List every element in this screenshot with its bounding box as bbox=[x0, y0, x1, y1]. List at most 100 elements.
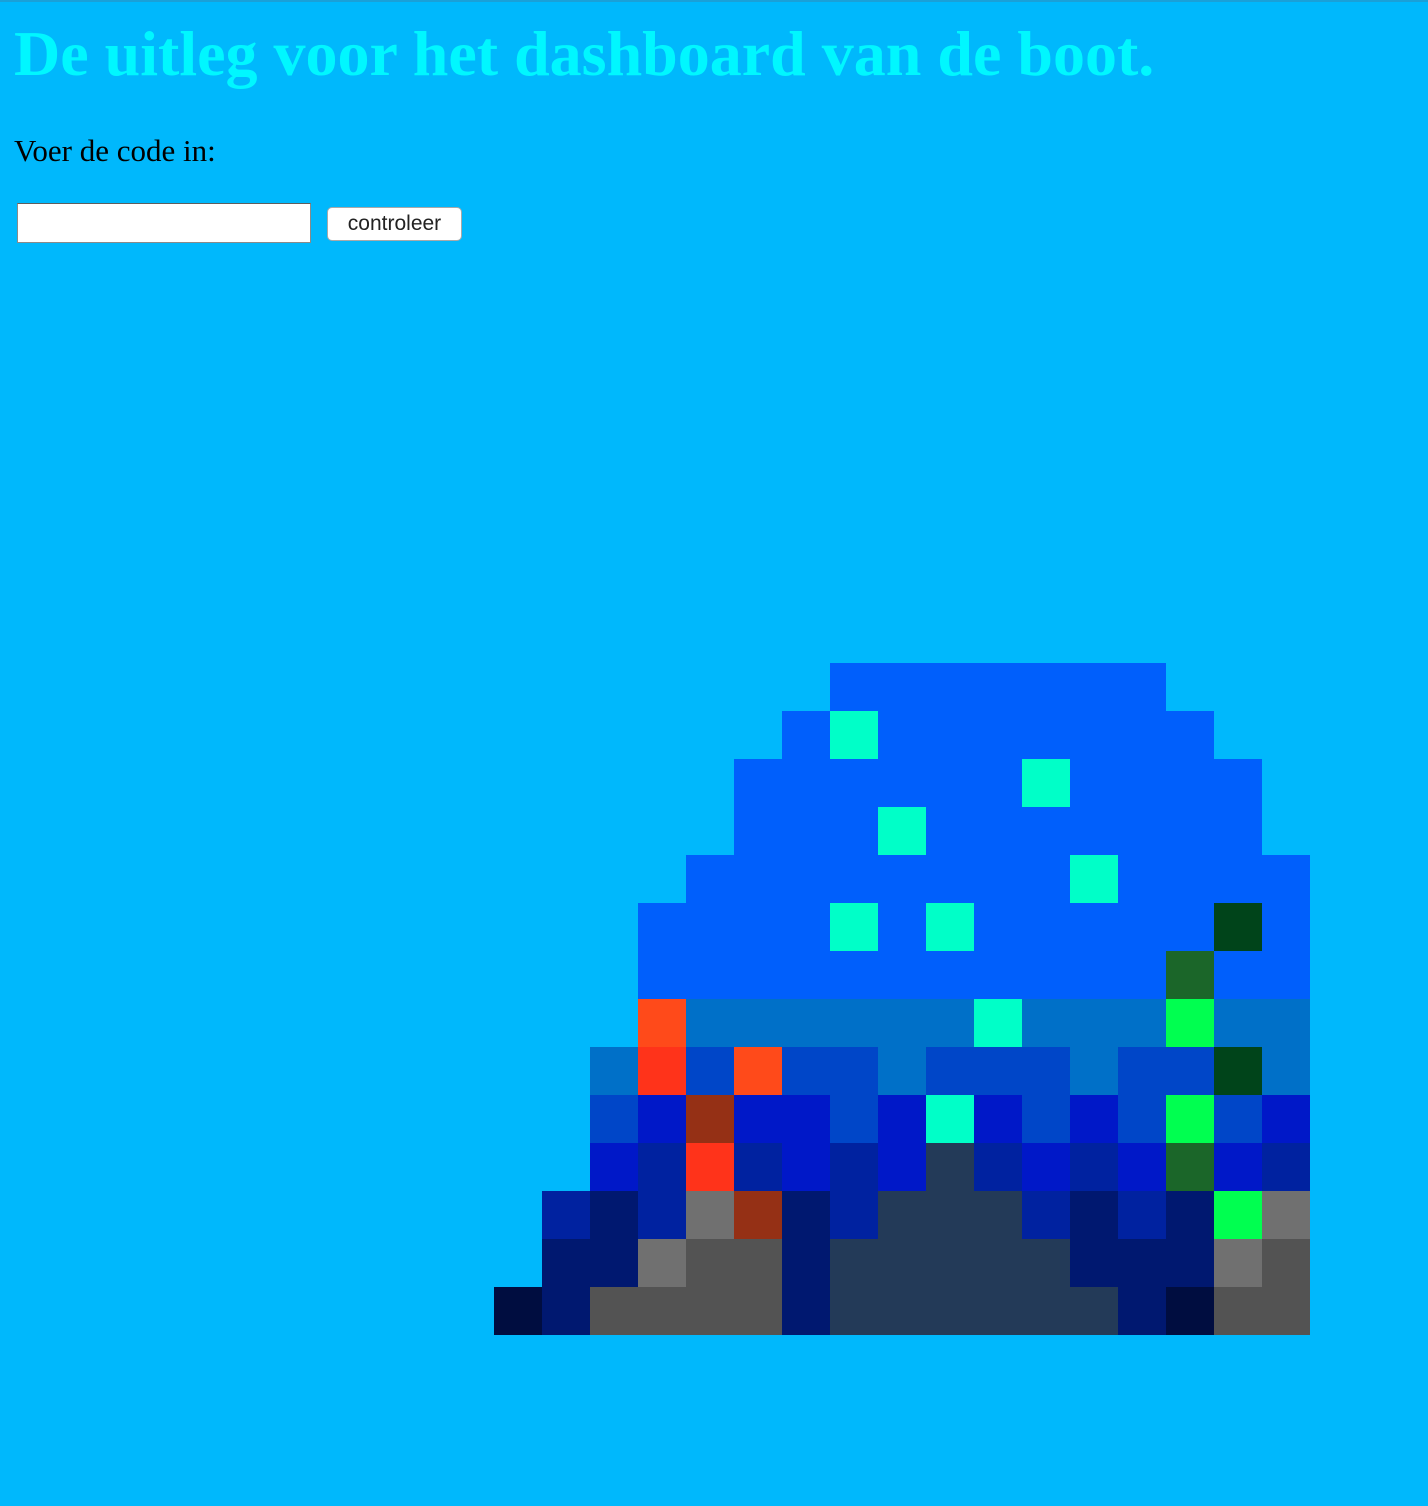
pixel-cell bbox=[1262, 1239, 1310, 1287]
pixel-cell bbox=[734, 1047, 782, 1095]
pixel-cell bbox=[590, 1239, 638, 1287]
pixel-cell bbox=[830, 711, 878, 759]
pixel-cell bbox=[926, 711, 974, 759]
pixel-cell bbox=[638, 1047, 686, 1095]
pixel-cell bbox=[1214, 1047, 1262, 1095]
pixel-cell bbox=[830, 759, 878, 807]
pixel-cell bbox=[1118, 1239, 1166, 1287]
pixel-cell bbox=[1118, 711, 1166, 759]
pixel-cell bbox=[878, 711, 926, 759]
pixel-cell bbox=[1022, 855, 1070, 903]
pixel-cell bbox=[1022, 1239, 1070, 1287]
pixel-cell bbox=[1070, 1287, 1118, 1335]
pixel-cell bbox=[878, 903, 926, 951]
pixel-cell bbox=[1118, 807, 1166, 855]
pixel-cell bbox=[1022, 663, 1070, 711]
pixel-cell bbox=[1118, 903, 1166, 951]
pixel-cell bbox=[830, 1095, 878, 1143]
pixel-cell bbox=[974, 711, 1022, 759]
code-input[interactable] bbox=[17, 203, 311, 243]
pixel-cell bbox=[1118, 1143, 1166, 1191]
pixel-cell bbox=[974, 807, 1022, 855]
pixel-cell bbox=[686, 1191, 734, 1239]
pixel-cell bbox=[974, 1095, 1022, 1143]
pixel-cell bbox=[782, 807, 830, 855]
pixel-cell bbox=[782, 1191, 830, 1239]
pixel-cell bbox=[1118, 759, 1166, 807]
pixel-cell bbox=[830, 999, 878, 1047]
pixel-cell bbox=[734, 855, 782, 903]
pixel-cell bbox=[1166, 999, 1214, 1047]
pixel-cell bbox=[1214, 855, 1262, 903]
pixel-cell bbox=[782, 951, 830, 999]
pixel-cell bbox=[878, 807, 926, 855]
pixel-cell bbox=[926, 663, 974, 711]
pixel-cell bbox=[638, 999, 686, 1047]
pixel-cell bbox=[782, 1047, 830, 1095]
pixel-cell bbox=[590, 1143, 638, 1191]
pixel-cell bbox=[830, 1191, 878, 1239]
pixel-cell bbox=[1214, 1143, 1262, 1191]
pixel-cell bbox=[1166, 807, 1214, 855]
pixel-cell bbox=[1166, 1047, 1214, 1095]
pixel-cell bbox=[926, 951, 974, 999]
pixel-cell bbox=[638, 951, 686, 999]
pixel-cell bbox=[1214, 1191, 1262, 1239]
pixel-cell bbox=[734, 759, 782, 807]
pixel-cell bbox=[494, 1287, 542, 1335]
pixel-cell bbox=[782, 711, 830, 759]
pixel-cell bbox=[1070, 951, 1118, 999]
pixel-cell bbox=[1214, 951, 1262, 999]
pixel-cell bbox=[638, 1095, 686, 1143]
pixel-cell bbox=[926, 1143, 974, 1191]
pixel-cell bbox=[1022, 807, 1070, 855]
pixel-cell bbox=[1166, 1095, 1214, 1143]
pixel-cell bbox=[1166, 951, 1214, 999]
pixel-cell bbox=[830, 1047, 878, 1095]
pixel-cell bbox=[1214, 759, 1262, 807]
pixel-cell bbox=[1070, 903, 1118, 951]
pixel-cell bbox=[830, 1239, 878, 1287]
pixel-cell bbox=[1166, 855, 1214, 903]
pixel-cell bbox=[1070, 711, 1118, 759]
pixel-cell bbox=[1262, 1143, 1310, 1191]
pixel-cell bbox=[878, 1239, 926, 1287]
pixel-cell bbox=[1166, 1287, 1214, 1335]
pixel-cell bbox=[878, 1095, 926, 1143]
pixel-cell bbox=[542, 1239, 590, 1287]
check-button[interactable]: controleer bbox=[327, 207, 462, 241]
pixel-cell bbox=[1118, 1191, 1166, 1239]
pixel-cell bbox=[974, 855, 1022, 903]
pixel-cell bbox=[878, 1191, 926, 1239]
pixel-cell bbox=[1070, 1239, 1118, 1287]
pixel-cell bbox=[878, 759, 926, 807]
pixel-cell bbox=[1070, 855, 1118, 903]
pixel-cell bbox=[590, 1191, 638, 1239]
pixel-cell bbox=[1022, 999, 1070, 1047]
pixel-cell bbox=[638, 1143, 686, 1191]
pixel-cell bbox=[926, 759, 974, 807]
pixel-cell bbox=[926, 1287, 974, 1335]
pixel-cell bbox=[1070, 1143, 1118, 1191]
pixel-cell bbox=[638, 1191, 686, 1239]
pixel-cell bbox=[974, 1239, 1022, 1287]
pixel-cell bbox=[734, 951, 782, 999]
pixel-cell bbox=[1214, 903, 1262, 951]
pixel-cell bbox=[542, 1287, 590, 1335]
pixel-cell bbox=[830, 1143, 878, 1191]
pixel-cell bbox=[926, 999, 974, 1047]
pixel-cell bbox=[974, 951, 1022, 999]
pixel-cell bbox=[638, 1287, 686, 1335]
pixel-cell bbox=[1118, 1287, 1166, 1335]
pixel-cell bbox=[1262, 855, 1310, 903]
pixel-cell bbox=[782, 759, 830, 807]
pixel-cell bbox=[878, 663, 926, 711]
pixel-cell bbox=[782, 855, 830, 903]
pixel-cell bbox=[1022, 759, 1070, 807]
pixel-cell bbox=[1262, 1095, 1310, 1143]
pixel-cell bbox=[782, 999, 830, 1047]
pixel-cell bbox=[974, 999, 1022, 1047]
pixel-cell bbox=[974, 903, 1022, 951]
pixel-cell bbox=[1214, 807, 1262, 855]
pixel-cell bbox=[974, 1143, 1022, 1191]
